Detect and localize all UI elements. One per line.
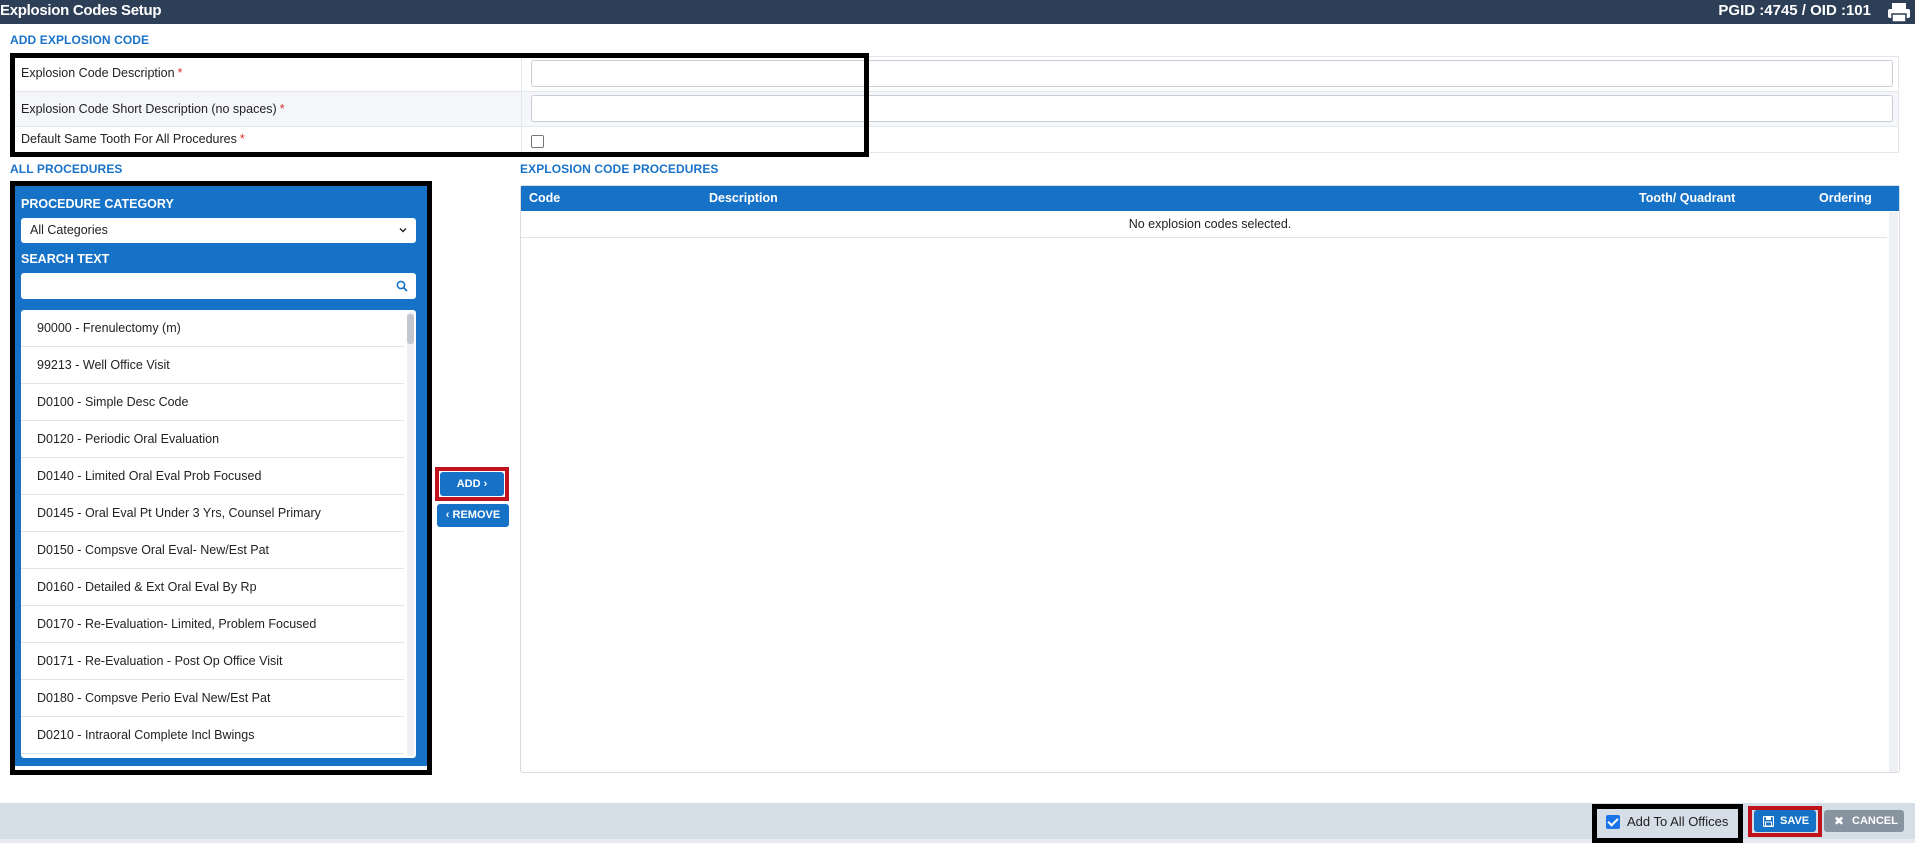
explosion-code-procedures-table: Code Description Tooth/ Quadrant Orderin… [520, 185, 1900, 773]
table-header: Code Description Tooth/ Quadrant Orderin… [521, 186, 1899, 211]
search-text-input[interactable] [21, 273, 416, 299]
add-explosion-code-heading: ADD EXPLOSION CODE [10, 33, 150, 47]
list-item[interactable]: D0150 - Compsve Oral Eval- New/Est Pat [21, 532, 404, 569]
list-item[interactable]: D0170 - Re-Evaluation- Limited, Problem … [21, 606, 404, 643]
default-same-tooth-checkbox[interactable] [531, 135, 544, 148]
save-button[interactable]: SAVE [1754, 810, 1816, 832]
list-item[interactable]: 99213 - Well Office Visit [21, 347, 404, 384]
short-description-label: Explosion Code Short Description (no spa… [21, 102, 285, 116]
chevron-right-icon: › [483, 478, 488, 490]
description-input[interactable] [531, 60, 1893, 87]
explosion-code-procedures-heading: EXPLOSION CODE PROCEDURES [520, 162, 719, 176]
procedure-list: 90000 - Frenulectomy (m) 99213 - Well Of… [21, 310, 416, 758]
list-item[interactable]: 90000 - Frenulectomy (m) [21, 310, 404, 347]
list-item[interactable]: D0210 - Intraoral Complete Incl Bwings [21, 717, 404, 754]
table-scrollbar[interactable] [1889, 212, 1898, 772]
all-procedures-heading: ALL PROCEDURES [10, 162, 123, 176]
default-same-tooth-label: Default Same Tooth For All Procedures * [21, 132, 245, 146]
add-button[interactable]: ADD › [440, 472, 504, 496]
description-label: Explosion Code Description * [21, 66, 183, 80]
chevron-left-icon: ‹ [445, 509, 450, 521]
add-explosion-code-form: Explosion Code Description * Explosion Co… [10, 56, 1899, 154]
title-bar: Explosion Codes Setup PGID :4745 / OID :… [0, 0, 1915, 24]
column-header-code[interactable]: Code [529, 191, 560, 205]
printer-icon[interactable] [1885, 1, 1913, 23]
cancel-button[interactable]: ✖ CANCEL [1824, 810, 1904, 832]
list-item[interactable]: D0180 - Compsve Perio Eval New/Est Pat [21, 680, 404, 717]
form-row-description: Explosion Code Description * [11, 57, 1898, 92]
add-to-all-offices-checkbox[interactable] [1606, 815, 1620, 829]
empty-table-message: No explosion codes selected. [1128, 217, 1292, 231]
list-item[interactable]: D0145 - Oral Eval Pt Under 3 Yrs, Counse… [21, 495, 404, 532]
list-scrollbar[interactable] [407, 312, 414, 756]
practice-office-ids: PGID :4745 / OID :101 [1718, 2, 1871, 19]
list-item[interactable]: D0160 - Detailed & Ext Oral Eval By Rp [21, 569, 404, 606]
form-row-short-description: Explosion Code Short Description (no spa… [11, 92, 1898, 127]
column-header-tooth-quadrant[interactable]: Tooth/ Quadrant [1639, 191, 1735, 205]
form-row-default-same-tooth: Default Same Tooth For All Procedures * [11, 127, 1898, 154]
procedure-category-select[interactable]: All Categories [21, 218, 416, 243]
chevron-down-icon [399, 228, 407, 233]
column-header-description[interactable]: Description [709, 191, 778, 205]
search-icon [396, 280, 408, 292]
remove-button[interactable]: ‹ REMOVE [437, 504, 509, 527]
add-to-all-offices-label: Add To All Offices [1627, 814, 1729, 829]
list-item[interactable]: D0140 - Limited Oral Eval Prob Focused [21, 458, 404, 495]
list-item[interactable]: D0100 - Simple Desc Code [21, 384, 404, 421]
page-title: Explosion Codes Setup [0, 2, 162, 19]
list-item[interactable]: D0120 - Periodic Oral Evaluation [21, 421, 404, 458]
floppy-disk-icon [1763, 816, 1774, 827]
short-description-input[interactable] [531, 95, 1893, 122]
procedure-category-value: All Categories [30, 223, 108, 237]
column-header-ordering[interactable]: Ordering [1819, 191, 1872, 205]
close-icon: ✖ [1834, 814, 1845, 828]
all-procedures-panel: PROCEDURE CATEGORY All Categories SEARCH… [15, 186, 428, 766]
list-scrollbar-thumb[interactable] [407, 314, 414, 344]
search-text-heading: SEARCH TEXT [21, 252, 110, 266]
procedure-category-heading: PROCEDURE CATEGORY [21, 197, 174, 211]
list-item[interactable]: D0171 - Re-Evaluation - Post Op Office V… [21, 643, 404, 680]
